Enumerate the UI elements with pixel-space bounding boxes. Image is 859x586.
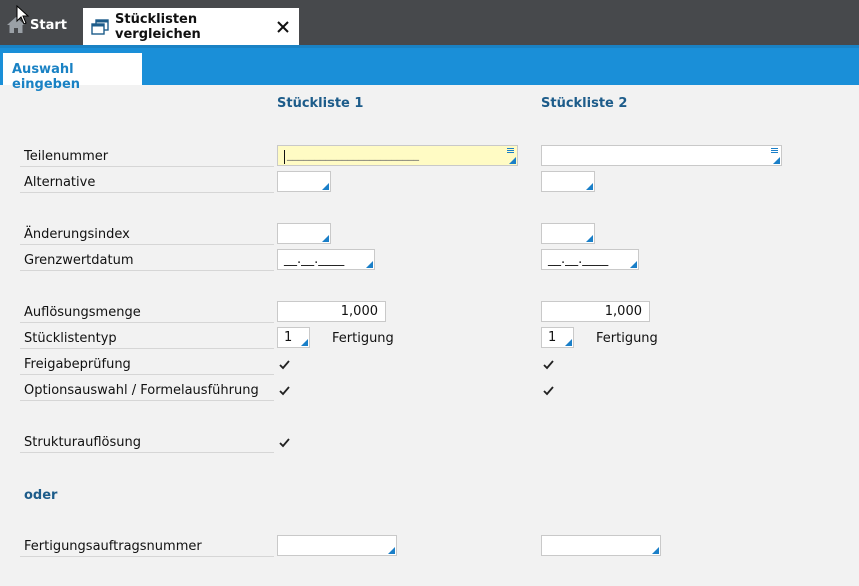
dropdown-corner-icon[interactable] [322,235,329,242]
dropdown-corner-icon[interactable] [652,547,659,554]
optionsauswahl-checkbox-1[interactable] [278,385,290,397]
tab-stuecklisten-vergleichen[interactable]: Stücklisten vergleichen [83,8,299,45]
tab-active-label: Stücklisten vergleichen [115,11,201,42]
dropdown-corner-icon[interactable] [586,235,593,242]
alternative-field-1[interactable] [277,171,331,192]
strukturaufloesung-checkbox[interactable] [278,437,290,449]
divider [20,374,274,375]
label-teilenummer: Teilenummer [24,149,109,164]
dropdown-corner-icon[interactable] [565,339,572,346]
divider [20,166,274,167]
divider [20,192,274,193]
label-freigabepruefung: Freigabeprüfung [24,357,131,372]
divider [20,400,274,401]
stuecklistentyp-desc-2: Fertigung [596,331,658,346]
mouse-cursor-icon [16,5,30,25]
grenzwertdatum-field-2[interactable]: __.__.____ [541,249,639,270]
stuecklistentyp-value-2: 1 [548,330,557,345]
grenzwertdatum-field-1[interactable]: __.__.____ [277,249,375,270]
window-icon [91,18,109,35]
label-grenzwertdatum: Grenzwertdatum [24,253,134,268]
divider [20,244,274,245]
date-placeholder: __.__.____ [548,252,609,267]
aenderungsindex-field-1[interactable] [277,223,331,244]
dropdown-corner-icon[interactable] [301,339,308,346]
aufloesungsmenge-field-1[interactable]: 1,000 [277,301,386,322]
teilenummer-field-1[interactable]: ________________________ [277,145,518,166]
divider [20,556,274,557]
divider [20,322,274,323]
stuecklistentyp-field-1[interactable]: 1 [277,327,310,348]
list-icon[interactable] [507,148,514,154]
dropdown-corner-icon[interactable] [366,261,373,268]
stuecklistentyp-value-1: 1 [284,330,293,345]
divider [20,348,274,349]
stuecklistentyp-field-2[interactable]: 1 [541,327,574,348]
subtab-strip: Auswahl eingeben [0,48,859,92]
divider [20,270,274,271]
list-icon[interactable] [771,148,778,154]
dropdown-corner-icon[interactable] [773,157,780,164]
freigabepruefung-checkbox-1[interactable] [278,359,290,371]
optionsauswahl-checkbox-2[interactable] [542,385,554,397]
dropdown-corner-icon[interactable] [388,547,395,554]
label-strukturaufloesung: Strukturauflösung [24,435,141,450]
checkmark-icon [278,360,290,370]
teilenummer-field-2[interactable] [541,145,782,166]
label-aufloesungsmenge: Auflösungsmenge [24,305,141,320]
dropdown-corner-icon[interactable] [322,183,329,190]
text-caret [284,150,285,164]
dropdown-corner-icon[interactable] [586,183,593,190]
close-icon[interactable] [277,20,289,33]
column-header-stueckliste-1: Stückliste 1 [277,96,364,111]
date-placeholder: __.__.____ [284,252,345,267]
aenderungsindex-field-2[interactable] [541,223,595,244]
fertigungsauftragsnummer-field-1[interactable] [277,535,397,556]
aufloesungsmenge-field-2[interactable]: 1,000 [541,301,650,322]
teilenummer-mask: ________________________ [287,148,419,161]
dropdown-corner-icon[interactable] [509,157,516,164]
fertigungsauftragsnummer-field-2[interactable] [541,535,661,556]
checkmark-icon [542,360,554,370]
label-alternative: Alternative [24,175,96,190]
subtab-auswahl-eingeben[interactable]: Auswahl eingeben [3,53,142,92]
label-optionsauswahl: Optionsauswahl / Formelausführung [24,383,259,398]
checkmark-icon [278,438,290,448]
alternative-field-2[interactable] [541,171,595,192]
dropdown-corner-icon[interactable] [630,261,637,268]
freigabepruefung-checkbox-2[interactable] [542,359,554,371]
label-stuecklistentyp: Stücklistentyp [24,331,117,346]
checkmark-icon [542,386,554,396]
column-header-stueckliste-2: Stückliste 2 [541,96,628,111]
tab-start-label: Start [30,17,67,33]
label-aenderungsindex: Änderungsindex [24,227,130,242]
divider [20,452,274,453]
top-tab-bar: Start Stücklisten vergleichen [0,0,859,45]
stuecklistentyp-desc-1: Fertigung [332,331,394,346]
oder-heading: oder [24,488,58,503]
checkmark-icon [278,386,290,396]
label-fertigungsauftragsnummer: Fertigungsauftragsnummer [24,539,202,554]
